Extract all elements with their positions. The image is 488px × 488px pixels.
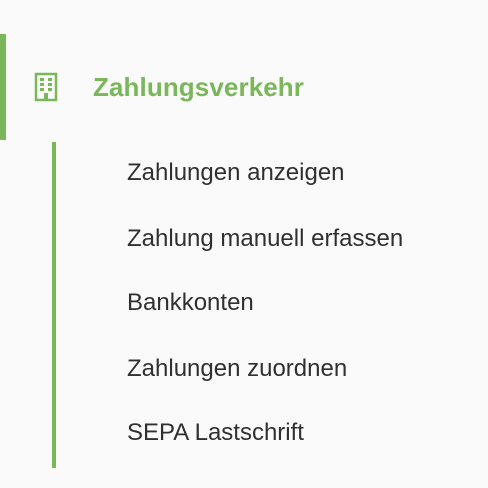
submenu-item-zahlung-manuell-erfassen[interactable]: Zahlung manuell erfassen [127,222,403,256]
submenu-item-zahlungen-zuordnen[interactable]: Zahlungen zuordnen [127,352,347,386]
submenu-indent-line [52,142,56,468]
active-indicator-bar [0,34,6,140]
sidebar-menu: Zahlungsverkehr Zahlungen anzeigen Zahlu… [0,0,488,488]
submenu-item-sepa-lastschrift[interactable]: SEPA Lastschrift [127,416,304,450]
submenu: Zahlungen anzeigen Zahlung manuell erfas… [0,142,488,468]
section-title: Zahlungsverkehr [93,72,305,102]
submenu-item-zahlungen-anzeigen[interactable]: Zahlungen anzeigen [127,156,345,190]
building-icon [34,72,58,102]
section-header-zahlungsverkehr[interactable]: Zahlungsverkehr [0,34,488,140]
submenu-item-bankkonten[interactable]: Bankkonten [127,286,254,320]
